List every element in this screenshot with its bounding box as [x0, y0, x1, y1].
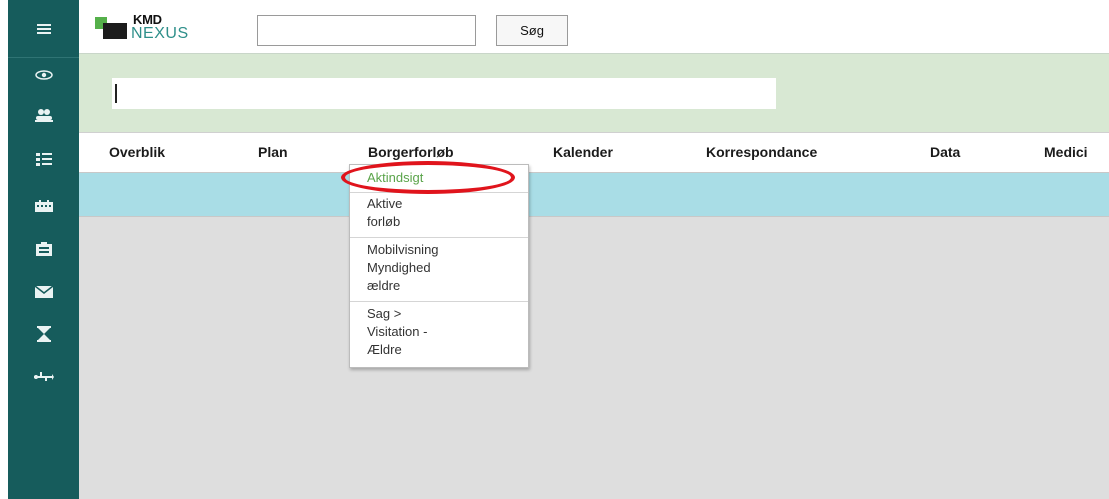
highlight-annotation	[341, 161, 515, 194]
top-header: KMD NEXUS Søg	[79, 0, 1109, 54]
dropdown-item-sag-visitation[interactable]: Sag > Visitation - Ældre	[350, 305, 528, 359]
dropdown-item-mobilvisning[interactable]: Mobilvisning Myndighed ældre	[350, 241, 528, 295]
search-input[interactable]	[257, 15, 476, 46]
tab-kalender[interactable]: Kalender	[553, 144, 613, 160]
dropdown-item-label-line: Sag >	[367, 306, 402, 321]
dropdown-divider	[350, 301, 528, 302]
tab-bar: Overblik Plan Borgerforløb Kalender Korr…	[79, 132, 1109, 172]
citizen-name-field[interactable]	[112, 78, 776, 109]
mail-icon[interactable]	[8, 272, 79, 312]
dropdown-item-label-line: Aktive	[367, 196, 403, 211]
dropdown-item-label-line: Visitation -	[367, 324, 428, 339]
menu-icon[interactable]	[8, 9, 79, 49]
logo-nexus-text: NEXUS	[131, 25, 189, 42]
side-rail	[8, 0, 79, 499]
borgerforloeb-dropdown: Aktindsigt Aktive forløb Mobilvisning My…	[349, 164, 529, 368]
tab-overblik[interactable]: Overblik	[109, 144, 165, 160]
dropdown-item-label-line: Ældre	[367, 342, 402, 357]
main-content	[79, 216, 1109, 499]
users-icon[interactable]	[8, 95, 79, 135]
logo-mark-icon	[95, 17, 127, 39]
eye-icon[interactable]	[8, 55, 79, 95]
dropdown-divider	[350, 237, 528, 238]
usb-icon[interactable]	[8, 357, 79, 397]
dropdown-item-label-line: Myndighed	[367, 260, 431, 275]
dropdown-item-label-line: Mobilvisning	[367, 242, 439, 257]
text-cursor	[115, 84, 117, 103]
hourglass-icon[interactable]	[8, 314, 79, 354]
tab-korrespondance[interactable]: Korrespondance	[706, 144, 817, 160]
search-button[interactable]: Søg	[496, 15, 568, 46]
citizen-bar	[79, 54, 1109, 132]
dropdown-item-label-line: forløb	[367, 214, 401, 229]
dropdown-item-label-line: ældre	[367, 278, 401, 293]
tab-data[interactable]: Data	[930, 144, 960, 160]
list-icon[interactable]	[8, 140, 79, 180]
tab-borgerforloeb[interactable]: Borgerforløb	[368, 144, 454, 160]
sub-header-strip	[79, 172, 1109, 216]
tab-plan[interactable]: Plan	[258, 144, 288, 160]
case-icon[interactable]	[8, 229, 79, 269]
calendar-icon[interactable]	[8, 186, 79, 226]
dropdown-item-aktive-forloeb[interactable]: Aktive forløb	[350, 195, 528, 231]
kmd-nexus-logo[interactable]: KMD NEXUS	[95, 12, 225, 44]
tab-medicin[interactable]: Medici	[1044, 144, 1088, 160]
